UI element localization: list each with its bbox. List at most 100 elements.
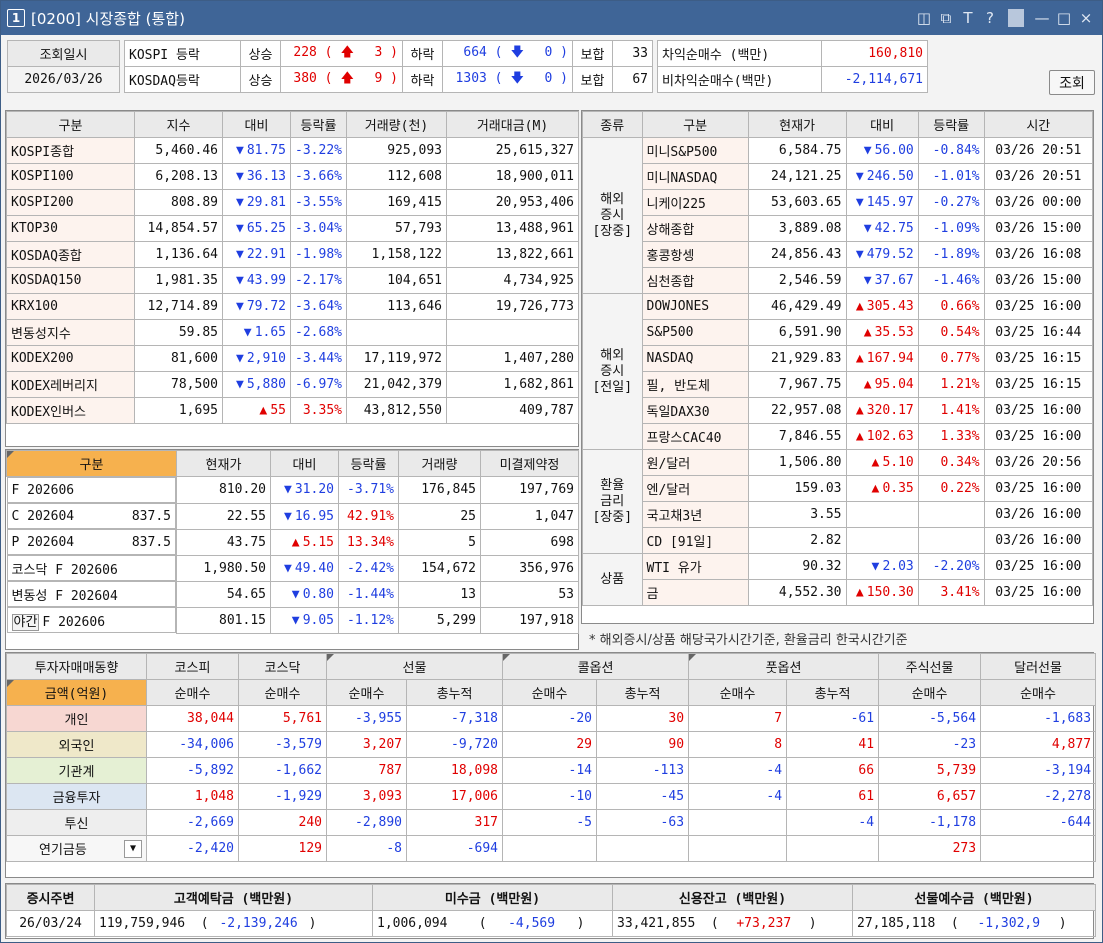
table-row[interactable]: 심천종합 2,546.59 ▼ 37.67 -1.46% 03/26 15:00 xyxy=(583,267,1094,294)
table-row[interactable]: NASDAQ 21,929.83 ▲ 167.94 0.77% 03/25 16:15 xyxy=(583,345,1094,372)
table-row[interactable]: KOSPI100 6,208.13 ▼ 36.13 -3.66% 112,608 18,90… xyxy=(6,163,579,190)
market-summary-window: 1 [0200] 시장종합 (통합) ◫ ⧉ T ? — □ × 조회일시 KO… xyxy=(0,0,1103,943)
font-size-icon[interactable]: T xyxy=(960,9,976,27)
table-row[interactable]: 야간 F 202606 801.15 ▼ 9.05 -1.12% 5,299 197,918 xyxy=(6,606,579,634)
funds-header-0: 증시주변 xyxy=(6,884,95,911)
world-header-3: 대비 xyxy=(845,111,919,138)
world-rate: -1.89% xyxy=(917,241,985,268)
table-row[interactable]: 상해종합 3,889.08 ▼ 42.75 -1.09% 03/26 15:00 xyxy=(583,215,1094,242)
investor-value xyxy=(980,835,1097,862)
table-row[interactable]: 기관계 -5,892 -1,662 787 18,098 -14 -113 -4 66 5,739… xyxy=(6,757,1097,784)
table-row[interactable]: KOSPI200 808.89 ▼ 29.81 -3.55% 169,415 20,953,… xyxy=(6,189,579,216)
table-row[interactable]: 국고채3년 3.55 03/26 16:00 xyxy=(583,501,1094,528)
investor-value: -3,194 xyxy=(980,757,1097,784)
table-row[interactable]: F 202606 810.20 ▼ 31.20 -3.71% 176,845 197,769 xyxy=(6,476,579,504)
table-row[interactable]: P 202604 837.5 43.75 ▲ 5.15 13.34% 5 698 xyxy=(6,528,579,556)
index-value: 81,600 xyxy=(134,345,223,372)
index-change: ▲ 55 xyxy=(222,397,291,424)
link-window-icon[interactable]: ⧉ xyxy=(938,9,954,27)
world-change: ▼ 2.03 xyxy=(845,553,919,580)
search-button[interactable]: 조회 xyxy=(1049,70,1095,95)
table-row[interactable]: 금융투자 1,048 -1,929 3,093 17,006 -10 -45 -4 61 6,65… xyxy=(6,783,1097,810)
investor-value xyxy=(688,835,788,862)
index-value: 1,981.35 xyxy=(134,267,223,294)
world-name: 원/달러 xyxy=(641,449,749,476)
table-row[interactable]: KODEX200 81,600 ▼ 2,910 -3.44% 17,119,972 1,40… xyxy=(6,345,579,372)
table-row[interactable]: 금 4,552.30 ▲ 150.30 3.41% 03/25 16:00 xyxy=(583,579,1094,606)
up-triangle-icon: ▲ xyxy=(855,299,864,314)
table-row[interactable]: KOSPI종합 5,460.46 ▼ 81.75 -3.22% 925,093 25,615… xyxy=(6,137,579,164)
index-rate: -3.55% xyxy=(290,189,347,216)
deriv-name: C 202604 837.5 xyxy=(6,503,176,529)
table-row[interactable]: CD [91일] 2.82 03/26 16:00 xyxy=(583,527,1094,554)
table-row[interactable]: 프랑스CAC40 7,846.55 ▲ 102.63 1.33% 03/25 16:00 xyxy=(583,423,1094,450)
table-row[interactable]: 홍콩항셍 24,856.43 ▼ 479.52 -1.89% 03/26 16:08 xyxy=(583,241,1094,268)
table-row[interactable]: KTOP30 14,854.57 ▼ 65.25 -3.04% 57,793 13,488,… xyxy=(6,215,579,242)
kosdaq-flat-count: 67 xyxy=(612,66,653,93)
deriv-volume: 5 xyxy=(398,528,481,556)
up-triangle-icon: ▲ xyxy=(863,377,872,392)
index-change: ▼ 43.99 xyxy=(222,267,291,294)
index-name: KOSDAQ종합 xyxy=(6,241,135,268)
world-markets-table: 종류 구분 현재가 대비 등락률 시간 해외 증시 [장중] 미니S&P500 6,584.7… xyxy=(581,110,1094,624)
investor-sub-header: 총누적 xyxy=(596,679,690,706)
table-row[interactable]: 투신 -2,669 240 -2,890 317 -5 -63 -4 -1,178 -644 xyxy=(6,809,1097,836)
group-put-options[interactable]: 풋옵션 xyxy=(688,653,880,680)
down-triangle-icon: ▼ xyxy=(855,169,864,184)
table-row[interactable]: 니케이225 53,603.65 ▼ 145.97 -0.27% 03/26 00:00 xyxy=(583,189,1094,216)
world-price: 1,506.80 xyxy=(747,449,847,476)
table-row[interactable]: 독일DAX30 22,957.08 ▲ 320.17 1.41% 03/25 16:00 xyxy=(583,397,1094,424)
close-button[interactable]: × xyxy=(1078,9,1094,27)
index-rate: -2.68% xyxy=(290,319,347,346)
index-header-4: 거래량(천) xyxy=(346,111,447,138)
help-icon[interactable]: ? xyxy=(982,9,998,27)
arbitrage-label: 차익순매수 (백만) xyxy=(657,40,822,67)
world-change: ▼ 56.00 xyxy=(845,137,919,164)
kosdaq-breadth-label: KOSDAQ등락 xyxy=(124,66,241,93)
table-row[interactable]: 해외 증시 [전일] DOWJONES 46,429.49 ▲ 305.43 0.66% 0… xyxy=(582,293,1094,450)
index-value: 1,695 xyxy=(134,397,223,424)
investor-sub-header: 총누적 xyxy=(405,679,504,706)
table-row[interactable]: 해외 증시 [장중] 미니S&P500 6,584.75 ▼ 56.00 -0.84% 03… xyxy=(582,137,1094,294)
up-triangle-icon: ▲ xyxy=(855,403,864,418)
investor-type[interactable]: 연기금등 ▼ xyxy=(6,835,147,862)
table-row[interactable]: 미니NASDAQ 24,121.25 ▼ 246.50 -1.01% 03/26 20:5… xyxy=(583,163,1094,190)
group-call-options[interactable]: 콜옵션 xyxy=(502,653,690,680)
table-row[interactable]: KOSDAQ150 1,981.35 ▼ 43.99 -2.17% 104,651 4,73… xyxy=(6,267,579,294)
index-amount: 18,900,011 xyxy=(446,163,579,190)
table-row[interactable]: S&P500 6,591.90 ▲ 35.53 0.54% 03/25 16:44 xyxy=(583,319,1094,346)
table-row[interactable]: KODEX인버스 1,695 ▲ 55 3.35% 43,812,550 409,787 xyxy=(6,397,579,424)
world-rate: -1.01% xyxy=(917,163,985,190)
table-row[interactable]: 변동성지수 59.85 ▼ 1.65 -2.68% xyxy=(6,319,579,346)
maximize-button[interactable]: □ xyxy=(1056,9,1072,27)
chevron-down-icon[interactable]: ▼ xyxy=(124,839,142,858)
unit-label[interactable]: 금액(억원) xyxy=(6,679,147,706)
table-row[interactable]: KOSDAQ종합 1,136.64 ▼ 22.91 -1.98% 1,158,122 13,… xyxy=(6,241,579,268)
world-time: 03/25 16:00 xyxy=(983,423,1094,450)
table-row[interactable]: 외국인 -34,006 -3,579 3,207 -9,720 29 90 8 41 -23 4,8… xyxy=(6,731,1097,758)
table-row[interactable]: 개인 38,044 5,761 -3,955 -7,318 -20 30 7 -61 -5,564… xyxy=(6,705,1097,732)
table-row[interactable]: 코스닥 F 202606 1,980.50 ▼ 49.40 -2.42% 154,672 3… xyxy=(6,554,579,582)
table-row[interactable]: KRX100 12,714.89 ▼ 79.72 -3.64% 113,646 19,726… xyxy=(6,293,579,320)
table-row[interactable]: 엔/달러 159.03 ▲ 0.35 0.22% 03/25 16:00 xyxy=(583,475,1094,502)
investor-type: 투신 xyxy=(6,809,147,836)
table-row[interactable]: 필, 반도체 7,967.75 ▲ 95.04 1.21% 03/25 16:15 xyxy=(583,371,1094,398)
minimize-button[interactable]: — xyxy=(1034,9,1050,27)
table-row[interactable]: 상품 WTI 유가 90.32 ▼ 2.03 -2.20% 03/25 16:00 xyxy=(582,553,1094,606)
investor-value: -34,006 xyxy=(146,731,239,758)
deriv-rate: -1.44% xyxy=(338,580,399,608)
table-row[interactable]: KODEX레버리지 78,500 ▼ 5,880 -6.97% 21,042,379 1,6… xyxy=(6,371,579,398)
deriv-header-0[interactable]: 구분 xyxy=(6,450,177,477)
investor-sub-header: 순매수 xyxy=(326,679,407,706)
layout-icon[interactable]: ◫ xyxy=(916,9,932,27)
table-row[interactable]: C 202604 837.5 22.55 ▼ 16.95 42.91% 25 1,047 xyxy=(6,502,579,530)
world-name: 미니NASDAQ xyxy=(641,163,749,190)
title-bar[interactable]: 1 [0200] 시장종합 (통합) ◫ ⧉ T ? — □ × xyxy=(1,1,1102,35)
investor-value: 17,006 xyxy=(405,783,504,810)
index-amount: 4,734,925 xyxy=(446,267,579,294)
table-row[interactable]: 변동성 F 202604 54.65 ▼ 0.80 -1.44% 13 53 xyxy=(6,580,579,608)
table-row[interactable]: 연기금등 ▼ -2,420 129 -8 -694 273 xyxy=(6,835,1097,862)
table-row[interactable]: 환율 금리 [장중] 원/달러 1,506.80 ▲ 5.10 0.34% 03/26 20… xyxy=(582,449,1094,554)
group-futures[interactable]: 선물 xyxy=(325,653,504,680)
index-change: ▼ 1.65 xyxy=(222,319,291,346)
